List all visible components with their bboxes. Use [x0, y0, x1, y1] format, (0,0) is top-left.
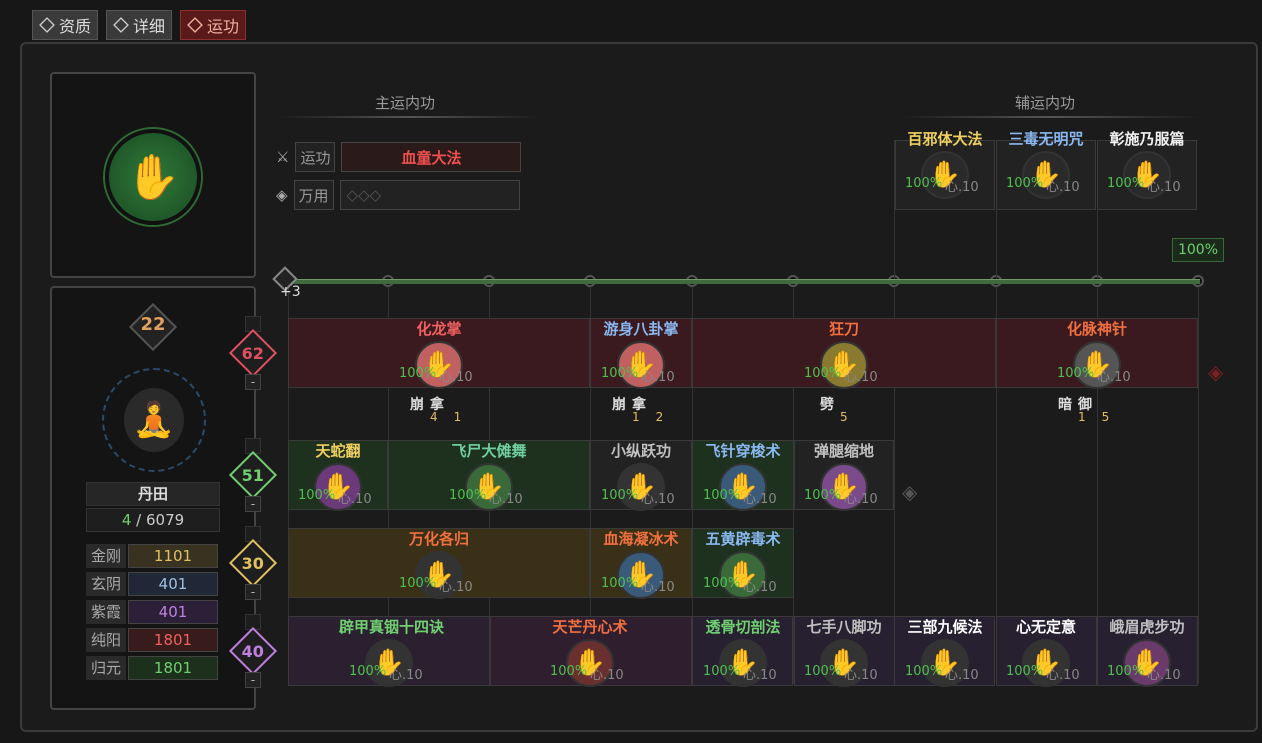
- skill-slot[interactable]: 万化各归 ✋ 100% 心.10: [389, 528, 489, 599]
- skill-slot[interactable]: 游身八卦掌 ✋ 100% 心.10: [591, 318, 691, 389]
- empty-slot-marker-icon: ◈: [902, 480, 918, 504]
- side-marker-icon: ◈: [1208, 360, 1224, 384]
- main-internal-title: 主运内功: [374, 94, 435, 112]
- skill-name: 万化各归: [408, 530, 469, 548]
- game-screen: 资质 详细 运功 ✋ 22 🧘 丹田 4 / 6079 金刚 1101 玄阴 401 紫…: [0, 0, 1262, 743]
- attribute-row: 纯阳 1801: [86, 628, 218, 652]
- skill-slot[interactable]: 天蛇翻 ✋ 100% 心.10: [288, 440, 388, 511]
- diamond-icon: [187, 17, 203, 33]
- attribute-row: 归元 1801: [86, 656, 218, 680]
- skill-hint-counts: 12: [632, 410, 664, 424]
- dantian-label: 丹田: [86, 482, 220, 506]
- skill-slot[interactable]: 心无定意 ✋ 100% 心.10: [996, 616, 1096, 687]
- swords-icon: ⚔: [276, 148, 290, 166]
- tab-aptitude[interactable]: 资质: [32, 10, 99, 40]
- skill-slot[interactable]: 化龙掌 ✋ 100% 心.10: [389, 318, 489, 389]
- skill-slot[interactable]: 百邪体大法 ✋ 100% 心.10: [895, 128, 995, 199]
- attribute-row: 金刚 1101: [86, 544, 218, 568]
- skill-slot[interactable]: 辟甲真铟十四诀 ✋ 100% 心.10: [339, 616, 445, 687]
- skill-slot[interactable]: 血海凝冰术 ✋ 100% 心.10: [591, 528, 691, 599]
- running-skill-slot[interactable]: 血童大法: [341, 142, 522, 172]
- skill-slot[interactable]: 彰施乃服篇 ✋ 100% 心.10: [1097, 128, 1197, 199]
- grid-line: [1198, 282, 1199, 684]
- character-portrait: 🧘: [124, 388, 184, 452]
- skill-slot[interactable]: 弹腿缩地 ✋ 100% 心.10: [794, 440, 894, 511]
- level-value: 22: [140, 314, 166, 335]
- skill-hint-counts: 41: [430, 410, 462, 424]
- skill-name: 化龙掌: [416, 320, 462, 338]
- skill-name: 五黄辟毒术: [705, 530, 781, 548]
- skill-slot[interactable]: 三毒无明咒 ✋ 100% 心.10: [996, 128, 1096, 199]
- skill-name: 峨眉虎步功: [1109, 618, 1185, 636]
- diamond-icon: [39, 17, 55, 33]
- skill-slot[interactable]: 三部九候法 ✋ 100% 心.10: [895, 616, 995, 687]
- main-skill-portrait-panel: ✋: [50, 72, 256, 278]
- divider: [900, 116, 1200, 118]
- attribute-row: 紫霞 401: [86, 600, 218, 624]
- universal-slot[interactable]: ◇◇◇: [339, 180, 520, 210]
- skill-name: 小纵跃功: [610, 442, 671, 460]
- skill-slot[interactable]: 飞针穿梭术 ✋ 100% 心.10: [693, 440, 793, 511]
- skill-slot[interactable]: 小纵跃功 ✋ 100% 心.10: [591, 440, 691, 511]
- tab-details[interactable]: 详细: [106, 10, 173, 40]
- skill-name: 心无定意: [1015, 618, 1076, 636]
- skill-name: 三部九候法: [907, 618, 983, 636]
- divider: [280, 116, 540, 118]
- skill-slot[interactable]: 化脉神针 ✋ 100% 心.10: [1047, 318, 1147, 389]
- tab-cultivation[interactable]: 运功: [180, 10, 247, 40]
- skill-name: 狂刀: [828, 320, 859, 338]
- track-bonus: +3: [280, 284, 301, 300]
- skill-name: 血海凝冰术: [603, 530, 679, 548]
- attribute-row: 玄阴 401: [86, 572, 218, 596]
- skill-name: 透骨切剖法: [705, 618, 781, 636]
- skill-name: 七手八脚功: [806, 618, 882, 636]
- diamond-icon: [113, 17, 129, 33]
- skill-name: 辟甲真铟十四诀: [339, 618, 445, 636]
- skill-slot[interactable]: 飞尸大傩舞 ✋ 100% 心.10: [439, 440, 539, 511]
- skill-slot[interactable]: 透骨切剖法 ✋ 100% 心.10: [693, 616, 793, 687]
- skill-name: 游身八卦掌: [603, 320, 679, 338]
- skill-slot[interactable]: 狂刀 ✋ 100% 心.10: [794, 318, 894, 389]
- progress-track: [288, 279, 1200, 284]
- aux-internal-title: 辅运内功: [1014, 94, 1075, 112]
- aux-percent: 100%: [1172, 238, 1224, 262]
- diamond-icon: ◈: [276, 186, 288, 204]
- skill-slot[interactable]: 五黄辟毒术 ✋ 100% 心.10: [693, 528, 793, 599]
- skill-slot[interactable]: 峨眉虎步功 ✋ 100% 心.10: [1097, 616, 1197, 687]
- skill-name: 天芒丹心术: [552, 618, 628, 636]
- tier-minus-button[interactable]: -: [245, 496, 261, 512]
- skill-slot[interactable]: 七手八脚功 ✋ 100% 心.10: [794, 616, 894, 687]
- run-slot-row: ⚔ 运功 血童大法: [276, 142, 522, 172]
- skill-hint-counts: 5: [840, 410, 848, 424]
- skill-name: 化脉神针: [1066, 320, 1127, 338]
- skill-name: 弹腿缩地: [813, 442, 874, 460]
- skill-name: 彰施乃服篇: [1109, 130, 1185, 148]
- skill-name: 飞针穿梭术: [705, 442, 781, 460]
- skill-hint-counts: 15: [1078, 410, 1110, 424]
- dantian-value: 4 / 6079: [86, 508, 220, 532]
- skill-hint: 劈: [820, 397, 834, 413]
- main-skill-icon: ✋: [105, 129, 201, 225]
- tier-minus-button[interactable]: -: [245, 672, 261, 688]
- skill-name: 天蛇翻: [315, 442, 361, 460]
- tier-minus-button[interactable]: -: [245, 374, 261, 390]
- skill-name: 飞尸大傩舞: [451, 442, 527, 460]
- skill-name: 百邪体大法: [907, 130, 983, 148]
- tier-minus-button[interactable]: -: [245, 584, 261, 600]
- skill-name: 三毒无明咒: [1008, 130, 1084, 148]
- wanyong-slot-row: ◈ 万用 ◇◇◇: [276, 180, 520, 210]
- skill-slot[interactable]: 天芒丹心术 ✋ 100% 心.10: [540, 616, 640, 687]
